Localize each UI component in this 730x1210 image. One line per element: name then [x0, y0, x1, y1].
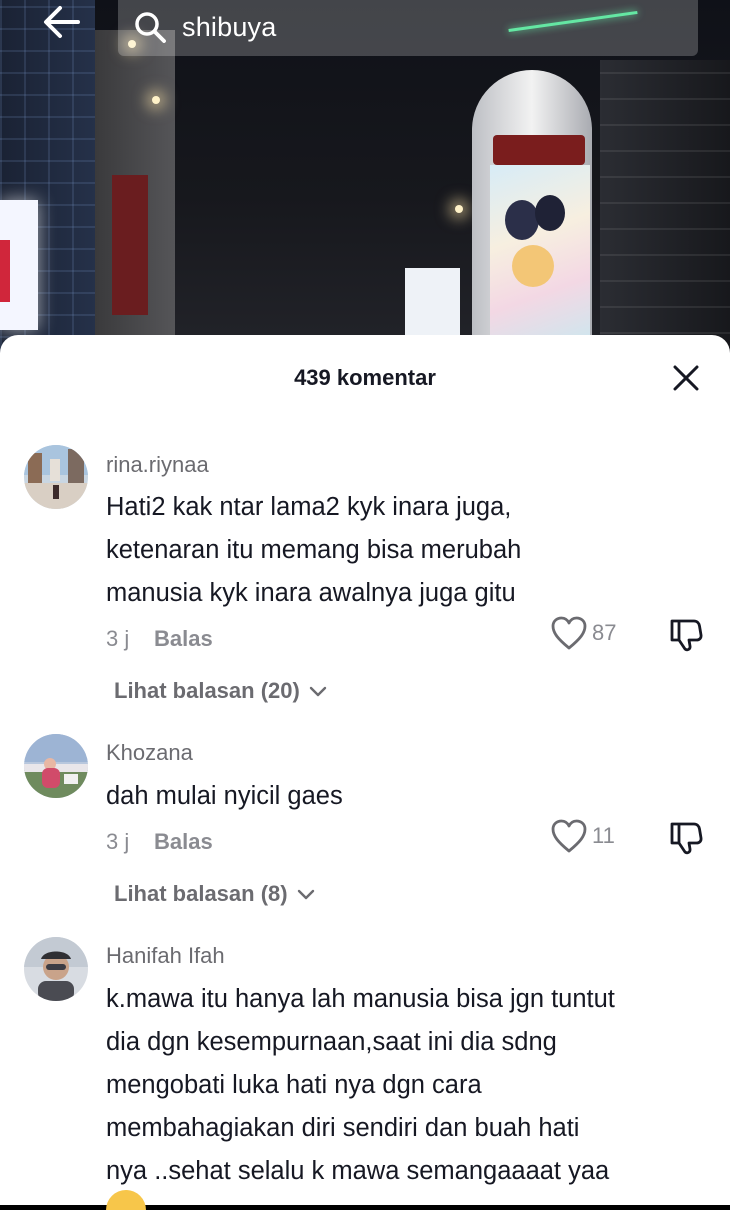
white-sign — [405, 268, 460, 338]
comment-line: Hati2 kak ntar lama2 kyk inara juga, — [106, 493, 512, 521]
comment-line: mengobati luka hati nya dgn cara — [106, 1071, 482, 1099]
red-sign — [112, 175, 148, 315]
chevron-down-icon — [309, 686, 327, 697]
chevron-down-icon — [297, 889, 314, 900]
comment-line: nya ..sehat selalu k mawa semangaaaat ya… — [106, 1157, 610, 1185]
avatar[interactable] — [24, 937, 88, 1001]
comment-username[interactable]: Hanifah Ifah — [106, 943, 225, 969]
dislike-icon — [670, 822, 703, 855]
view-replies-label: Lihat balasan (8) — [114, 881, 288, 906]
comment-line: membahagiakan diri sendiri dan buah hati — [106, 1114, 580, 1142]
like-button[interactable]: 11 — [550, 818, 615, 854]
view-replies-button[interactable]: Lihat balasan (20) — [114, 678, 328, 704]
back-arrow-icon — [44, 6, 80, 38]
dislike-button[interactable] — [668, 820, 704, 856]
heart-icon — [551, 616, 587, 650]
search-query-text: shibuya — [182, 11, 277, 42]
like-count: 87 — [592, 620, 617, 645]
comment-line: k.mawa itu hanya lah manusia bisa jgn tu… — [106, 985, 615, 1013]
poster-figure — [505, 200, 539, 240]
comment-line: dia dgn kesempurnaan,saat ini dia sdng — [106, 1028, 557, 1056]
comment-username[interactable]: rina.riynaa — [106, 452, 209, 478]
street-lamp — [152, 96, 160, 104]
comment-line: dah mulai nyicil gaes — [106, 782, 343, 810]
poster-figure — [512, 245, 554, 287]
dislike-icon — [670, 619, 703, 652]
view-replies-label: Lihat balasan (20) — [114, 678, 300, 703]
reply-button[interactable]: Balas — [154, 626, 213, 652]
dislike-button[interactable] — [668, 617, 704, 653]
search-bar[interactable]: shibuya — [118, 0, 698, 56]
poster-figure — [535, 195, 565, 231]
close-button[interactable] — [668, 360, 704, 396]
street-lamp — [455, 205, 463, 213]
comments-count-title: 439 komentar — [294, 365, 436, 390]
back-button[interactable] — [40, 0, 84, 44]
like-count: 11 — [592, 823, 615, 848]
comment-text: k.mawa itu hanya lah manusia bisa jgn tu… — [106, 978, 706, 1193]
heart-icon — [551, 819, 587, 853]
avatar[interactable] — [24, 445, 88, 509]
comment-time: 3 j — [106, 626, 130, 651]
building-right-windows — [600, 60, 730, 360]
like-button[interactable]: 87 — [550, 615, 616, 651]
close-icon — [673, 365, 699, 391]
comment-username[interactable]: Khozana — [106, 740, 193, 766]
reply-button[interactable]: Balas — [154, 829, 213, 855]
view-replies-button[interactable]: Lihat balasan (8) — [114, 881, 316, 907]
billboard-left — [0, 200, 38, 330]
avatar[interactable] — [24, 734, 88, 798]
search-icon — [134, 11, 166, 43]
tower-band — [493, 135, 585, 165]
comment-line: ketenaran itu memang bisa merubah — [106, 536, 522, 564]
comment-time: 3 j — [106, 829, 130, 854]
comment-line: manusia kyk inara awalnya juga gitu — [106, 579, 516, 607]
comment-text: dah mulai nyicil gaes — [106, 775, 706, 818]
comment-text: Hati2 kak ntar lama2 kyk inara juga, ket… — [106, 486, 706, 615]
